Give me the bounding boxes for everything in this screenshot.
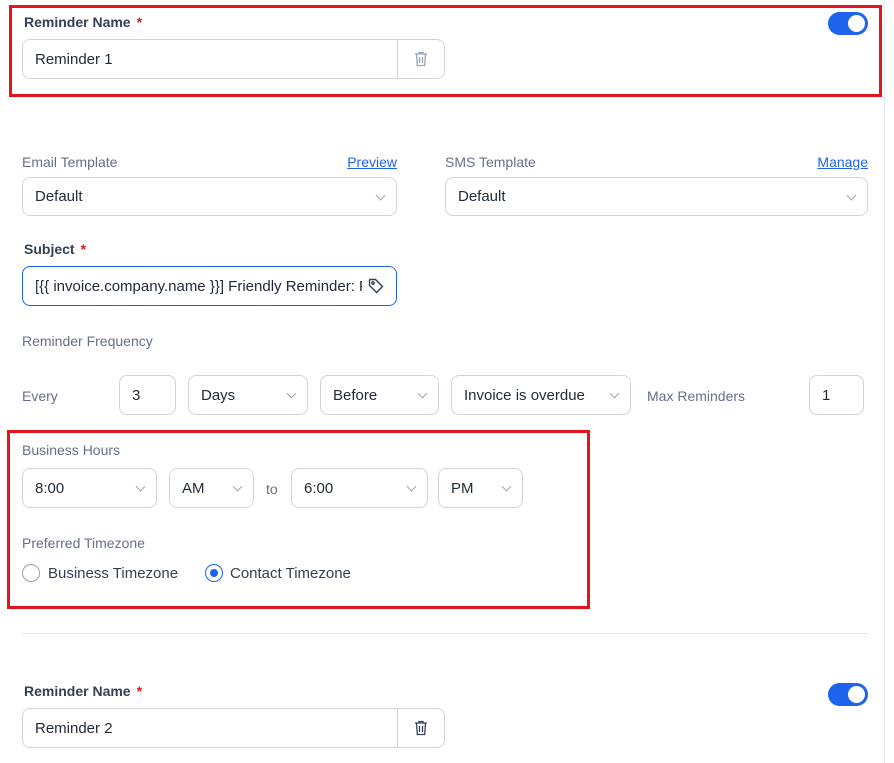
- subject-label: Subject *: [24, 241, 86, 257]
- start-time-select[interactable]: 8:00: [22, 468, 157, 508]
- frequency-event-select[interactable]: Invoice is overdue: [451, 375, 631, 415]
- frequency-unit-select[interactable]: Days: [188, 375, 308, 415]
- select-value: AM: [182, 479, 205, 497]
- tag-icon[interactable]: [368, 278, 384, 294]
- delete-reminder-2-button[interactable]: [397, 709, 444, 747]
- select-value: Default: [35, 188, 83, 205]
- label-text: Subject: [24, 241, 75, 257]
- select-value: Days: [201, 386, 236, 404]
- select-value: 8:00: [35, 479, 65, 497]
- divider: [22, 633, 868, 634]
- input-value: [{{ invoice.company.name }}] Friendly Re…: [35, 277, 362, 295]
- select-value: 6:00: [304, 479, 334, 497]
- reminder-frequency-label: Reminder Frequency: [22, 333, 153, 349]
- input-value: 1: [822, 386, 831, 404]
- preferred-timezone-label: Preferred Timezone: [22, 535, 145, 551]
- delete-reminder-1-button[interactable]: [397, 40, 444, 78]
- sms-template-label: SMS Template: [445, 154, 536, 170]
- right-border: [884, 0, 885, 763]
- chevron-down-icon: [609, 388, 620, 399]
- select-value: PM: [451, 479, 474, 497]
- reminder-2-name-input[interactable]: Reminder 2: [22, 708, 445, 748]
- preview-link[interactable]: Preview: [347, 154, 397, 170]
- max-reminders-label: Max Reminders: [647, 388, 746, 404]
- sms-template-select[interactable]: Default: [445, 177, 868, 216]
- reminder-name-label: Reminder Name *: [24, 14, 142, 30]
- chevron-down-icon: [501, 481, 512, 492]
- required-mark: *: [80, 241, 87, 257]
- chevron-down-icon: [232, 481, 243, 492]
- select-value: Before: [333, 386, 378, 404]
- to-label: to: [266, 481, 278, 497]
- frequency-direction-select[interactable]: Before: [320, 375, 439, 415]
- label-text: Reminder Name: [24, 14, 131, 30]
- end-period-select[interactable]: PM: [438, 468, 523, 508]
- subject-input[interactable]: [{{ invoice.company.name }}] Friendly Re…: [22, 266, 397, 306]
- trash-icon: [415, 51, 427, 67]
- label-text: Reminder Name: [24, 683, 131, 699]
- max-reminders-input[interactable]: 1: [809, 375, 864, 415]
- required-mark: *: [136, 683, 143, 699]
- select-value: Invoice is overdue: [464, 386, 585, 404]
- chevron-down-icon: [846, 190, 857, 201]
- input-value: Reminder 1: [35, 50, 113, 68]
- contact-timezone-radio[interactable]: [205, 564, 223, 582]
- select-value: Default: [458, 188, 506, 205]
- reminder-name-label: Reminder Name *: [24, 683, 142, 699]
- chevron-down-icon: [406, 481, 417, 492]
- end-time-select[interactable]: 6:00: [291, 468, 428, 508]
- business-timezone-radio[interactable]: [22, 564, 40, 582]
- required-mark: *: [136, 14, 143, 30]
- business-hours-label: Business Hours: [22, 442, 121, 458]
- reminder-1-toggle[interactable]: [828, 12, 868, 35]
- chevron-down-icon: [135, 481, 146, 492]
- reminder-1-name-input[interactable]: Reminder 1: [22, 39, 445, 79]
- email-template-select[interactable]: Default: [22, 177, 397, 216]
- start-period-select[interactable]: AM: [169, 468, 254, 508]
- manage-link[interactable]: Manage: [817, 154, 868, 170]
- chevron-down-icon: [417, 388, 428, 399]
- business-timezone-label[interactable]: Business Timezone: [48, 565, 178, 582]
- every-label: Every: [22, 388, 58, 404]
- contact-timezone-label[interactable]: Contact Timezone: [230, 565, 351, 582]
- trash-icon: [415, 720, 427, 736]
- email-template-label: Email Template: [22, 154, 118, 170]
- input-value: 3: [132, 386, 141, 404]
- frequency-count-input[interactable]: 3: [119, 375, 176, 415]
- chevron-down-icon: [375, 190, 386, 201]
- input-value: Reminder 2: [35, 719, 113, 737]
- chevron-down-icon: [286, 388, 297, 399]
- reminder-2-toggle[interactable]: [828, 683, 868, 706]
